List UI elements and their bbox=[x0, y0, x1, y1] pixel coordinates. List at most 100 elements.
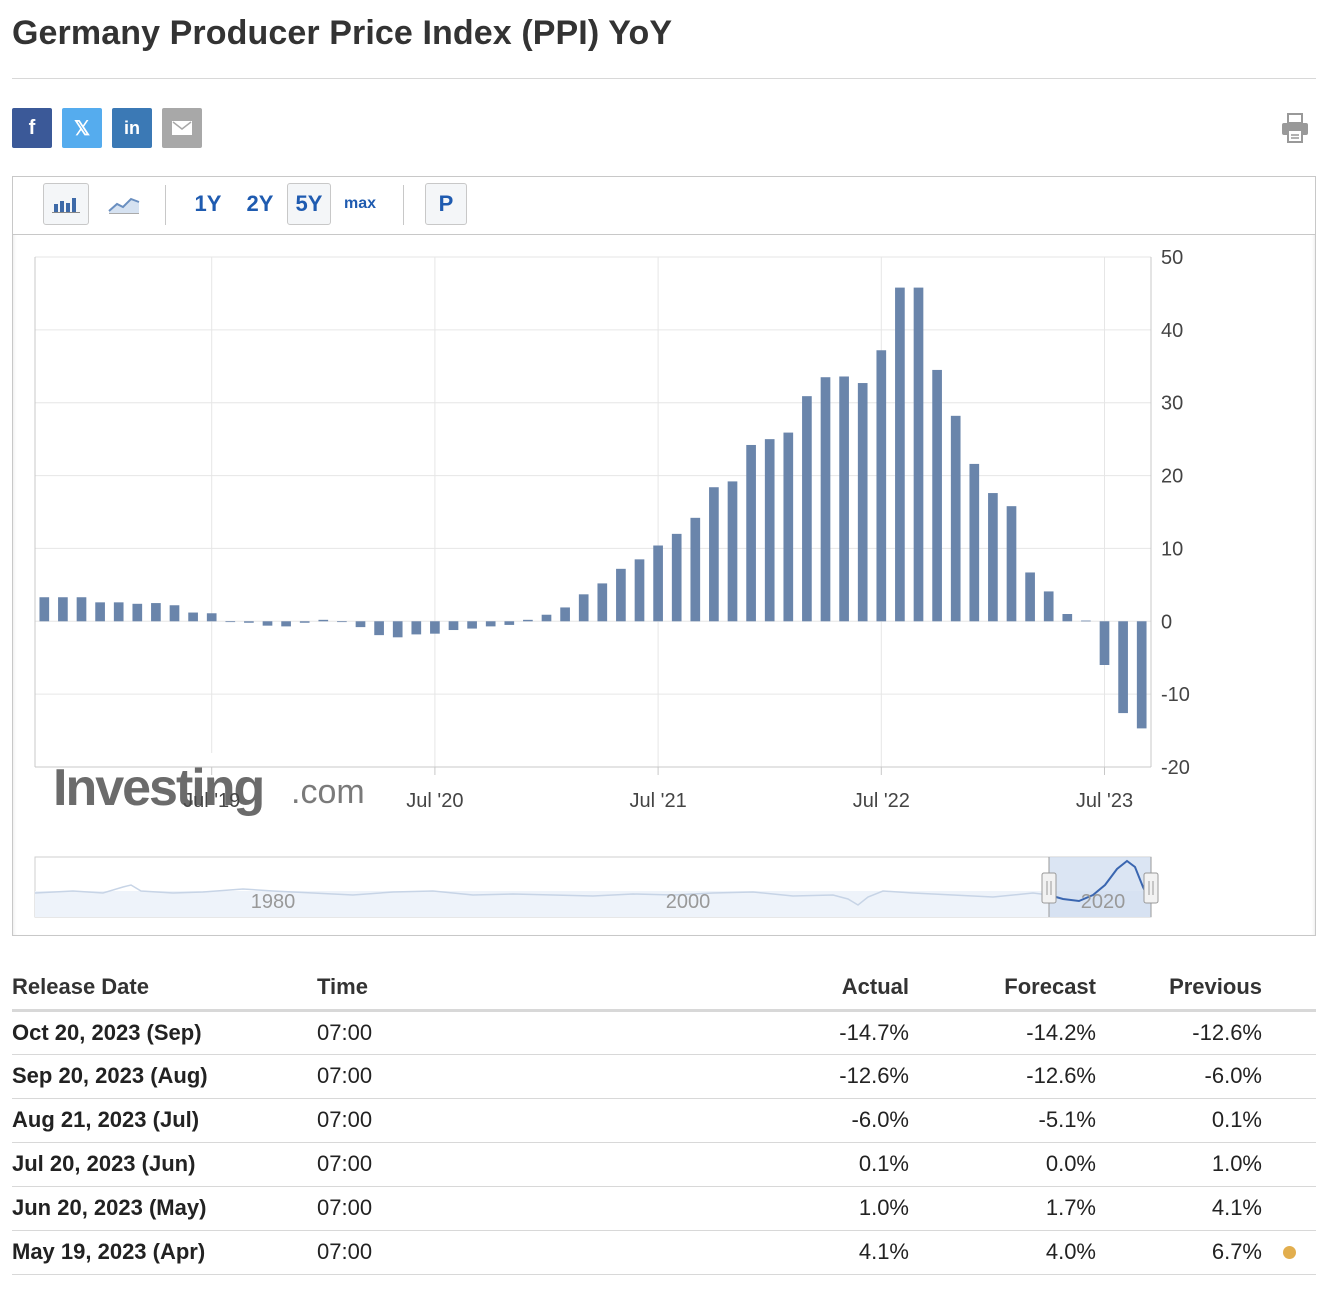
ppi-bar[interactable] bbox=[448, 621, 459, 631]
ppi-bar[interactable] bbox=[746, 444, 756, 622]
ppi-bar[interactable] bbox=[188, 612, 198, 622]
col-release-date[interactable]: Release Date bbox=[12, 966, 317, 1012]
y-tick-label: 20 bbox=[1161, 466, 1183, 488]
navigator-right-handle[interactable] bbox=[1143, 872, 1159, 904]
ppi-bar[interactable] bbox=[895, 287, 905, 622]
ppi-bar[interactable] bbox=[857, 383, 868, 622]
col-forecast[interactable]: Forecast bbox=[909, 966, 1096, 1012]
title-divider bbox=[12, 78, 1316, 79]
ppi-bar[interactable] bbox=[169, 605, 180, 622]
ppi-bar[interactable] bbox=[1043, 591, 1054, 622]
ppi-bar[interactable] bbox=[281, 621, 291, 627]
print-icon[interactable] bbox=[1280, 112, 1310, 144]
col-time[interactable]: Time bbox=[317, 966, 737, 1012]
col-actual[interactable]: Actual bbox=[737, 966, 909, 1012]
ppi-bar[interactable] bbox=[1006, 506, 1017, 622]
forecast-cell: -5.1% bbox=[909, 1098, 1096, 1143]
y-tick-label: 30 bbox=[1161, 393, 1183, 415]
ppi-bar[interactable] bbox=[839, 376, 849, 622]
x-tick-label: Jul '20 bbox=[406, 790, 463, 812]
ppi-bar[interactable] bbox=[113, 602, 124, 622]
col-revised-marker bbox=[1262, 966, 1316, 1012]
ppi-bar[interactable] bbox=[262, 621, 273, 626]
email-share-button[interactable] bbox=[162, 108, 202, 148]
ppi-bar[interactable] bbox=[1025, 572, 1035, 622]
ppi-bar[interactable] bbox=[523, 619, 533, 622]
table-header-row: Release Date Time Actual Forecast Previo… bbox=[12, 966, 1316, 1012]
ppi-bar[interactable] bbox=[802, 396, 812, 622]
ppi-bar[interactable] bbox=[634, 559, 645, 622]
ppi-bar[interactable] bbox=[225, 621, 236, 623]
ppi-bar[interactable] bbox=[1062, 614, 1073, 622]
ppi-bar[interactable] bbox=[783, 432, 794, 622]
ppi-bar[interactable] bbox=[411, 621, 422, 635]
ppi-bar[interactable] bbox=[95, 602, 105, 622]
ppi-bar[interactable] bbox=[690, 517, 701, 622]
ppi-bar[interactable] bbox=[467, 621, 477, 629]
releases-table: Release Date Time Actual Forecast Previo… bbox=[12, 966, 1316, 1275]
ppi-bar[interactable] bbox=[318, 619, 329, 622]
ppi-bar[interactable] bbox=[727, 481, 738, 622]
revised-marker-cell bbox=[1262, 1010, 1316, 1055]
ppi-bar[interactable] bbox=[578, 594, 589, 622]
ppi-bar[interactable] bbox=[337, 621, 347, 623]
ppi-bar[interactable] bbox=[1118, 621, 1128, 714]
ppi-bar[interactable] bbox=[430, 621, 440, 634]
ppi-bar[interactable] bbox=[151, 603, 161, 622]
ppi-bar[interactable] bbox=[671, 533, 682, 622]
area-chart-toggle[interactable] bbox=[101, 183, 147, 225]
range-2y-button[interactable]: 2Y bbox=[237, 183, 283, 225]
x-tick-label: Jul '21 bbox=[630, 790, 687, 812]
ppi-bar[interactable] bbox=[1081, 620, 1091, 622]
ppi-bar[interactable] bbox=[709, 487, 719, 622]
ppi-bar[interactable] bbox=[392, 621, 403, 638]
range-5y-button[interactable]: 5Y bbox=[287, 183, 331, 225]
ppi-bar[interactable] bbox=[820, 377, 831, 622]
ppi-bar[interactable] bbox=[504, 621, 515, 625]
toolbar-divider bbox=[165, 185, 166, 225]
ppi-bar[interactable] bbox=[876, 350, 887, 622]
ppi-bar[interactable] bbox=[950, 415, 961, 622]
ppi-bar[interactable] bbox=[132, 603, 143, 622]
ppi-bar[interactable] bbox=[58, 597, 68, 622]
ppi-bar[interactable] bbox=[244, 621, 254, 623]
col-previous[interactable]: Previous bbox=[1096, 966, 1262, 1012]
revised-marker-cell bbox=[1262, 1142, 1316, 1187]
range-1y-button[interactable]: 1Y bbox=[185, 183, 231, 225]
range-max-button[interactable]: max bbox=[337, 183, 383, 225]
ppi-bar[interactable] bbox=[39, 597, 50, 622]
ppi-bar[interactable] bbox=[560, 607, 570, 622]
facebook-share-button[interactable]: f bbox=[12, 108, 52, 148]
linkedin-share-button[interactable]: in bbox=[112, 108, 152, 148]
pin-button[interactable]: P bbox=[425, 183, 467, 225]
ppi-bar[interactable] bbox=[932, 369, 942, 622]
ppi-bar[interactable] bbox=[764, 439, 775, 622]
bar-chart-toggle[interactable] bbox=[43, 183, 89, 225]
ppi-bar[interactable] bbox=[76, 597, 87, 622]
actual-cell: 4.1% bbox=[737, 1230, 909, 1275]
revised-marker-cell bbox=[1262, 1230, 1316, 1275]
ppi-bar[interactable] bbox=[616, 568, 626, 622]
x-tick-label: Jul '23 bbox=[1076, 790, 1133, 812]
ppi-bar[interactable] bbox=[913, 287, 924, 622]
release-date-cell: Jul 20, 2023 (Jun) bbox=[12, 1142, 317, 1187]
ppi-bar[interactable] bbox=[206, 613, 217, 622]
ppi-bar[interactable] bbox=[653, 545, 663, 622]
previous-cell: 0.1% bbox=[1096, 1098, 1262, 1143]
previous-cell: 4.1% bbox=[1096, 1186, 1262, 1231]
ppi-bar[interactable] bbox=[1136, 621, 1147, 729]
ppi-bar[interactable] bbox=[969, 463, 980, 622]
range-navigator[interactable]: 1980 2000 2020 bbox=[34, 856, 1159, 918]
ppi-bar[interactable] bbox=[1099, 621, 1110, 665]
twitter-share-button[interactable]: 𝕏 bbox=[62, 108, 102, 148]
ppi-bar[interactable] bbox=[988, 493, 998, 622]
ppi-bar[interactable] bbox=[597, 583, 608, 622]
time-cell: 07:00 bbox=[317, 1186, 737, 1231]
ppi-bar[interactable] bbox=[355, 621, 366, 628]
ppi-bar[interactable] bbox=[541, 614, 552, 622]
ppi-bar[interactable] bbox=[374, 621, 384, 636]
ppi-bar[interactable] bbox=[485, 621, 496, 627]
revised-dot-icon[interactable] bbox=[1282, 1246, 1296, 1259]
navigator-left-handle[interactable] bbox=[1041, 872, 1057, 904]
ppi-bar[interactable] bbox=[299, 621, 310, 623]
